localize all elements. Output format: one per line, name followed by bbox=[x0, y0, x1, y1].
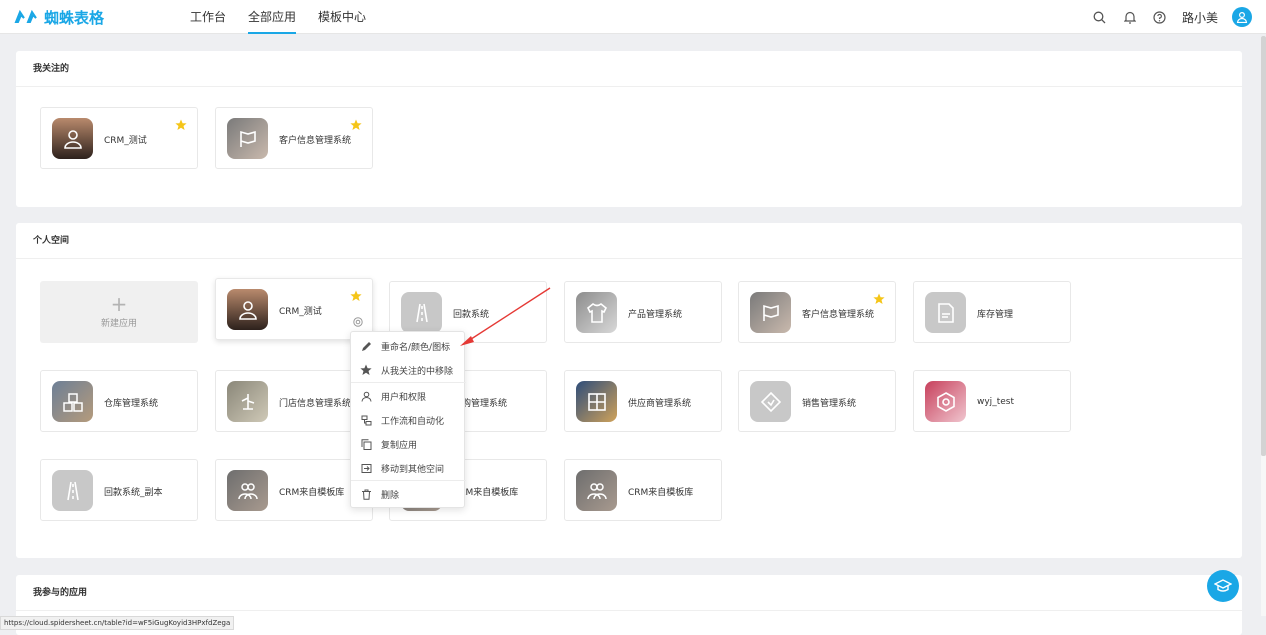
personal-space-panel: 个人空间 + 新建应用 CRM_测试 回款系统 产品管理系统 客户信息管理系统 … bbox=[16, 223, 1242, 558]
shirt-icon bbox=[576, 292, 617, 333]
app-name: wyj_test bbox=[977, 397, 1014, 407]
new-app-label: 新建应用 bbox=[100, 319, 137, 329]
status-bar-url: https://cloud.spidersheet.cn/table?id=wF… bbox=[0, 616, 235, 630]
bell-icon[interactable] bbox=[1122, 9, 1138, 25]
workflow-icon bbox=[360, 414, 372, 426]
app-name: 回款系统_副本 bbox=[104, 487, 163, 498]
app-card-supplier[interactable]: 供应商管理系统 bbox=[564, 370, 722, 432]
menu-rename[interactable]: 重命名/颜色/图标 bbox=[351, 334, 466, 358]
menu-delete[interactable]: 删除 bbox=[351, 482, 466, 506]
app-name: 门店信息管理系统 bbox=[279, 398, 352, 409]
header-actions: 路小美 bbox=[1092, 0, 1252, 34]
person-icon bbox=[52, 118, 93, 159]
star-icon[interactable] bbox=[350, 119, 362, 131]
menu-label: 复制应用 bbox=[381, 440, 418, 451]
app-card-wyj-test[interactable]: wyj_test bbox=[913, 370, 1071, 432]
pencil-icon bbox=[360, 340, 372, 352]
app-card-product[interactable]: 产品管理系统 bbox=[564, 281, 722, 343]
users-icon bbox=[360, 390, 372, 402]
trash-icon bbox=[360, 488, 372, 500]
menu-label: 删除 bbox=[381, 490, 400, 501]
help-icon[interactable] bbox=[1152, 9, 1168, 25]
graduation-cap-icon bbox=[1214, 579, 1232, 592]
nav-workbench[interactable]: 工作台 bbox=[190, 0, 226, 34]
app-name: 仓库管理系统 bbox=[104, 398, 159, 409]
user-avatar-icon[interactable] bbox=[1232, 7, 1252, 27]
app-name: 销售管理系统 bbox=[802, 398, 857, 409]
app-name: 供应商管理系统 bbox=[628, 398, 692, 409]
spider-logo-icon bbox=[14, 9, 37, 23]
menu-divider bbox=[351, 382, 466, 383]
nav-all-apps[interactable]: 全部应用 bbox=[248, 0, 297, 34]
store-icon bbox=[227, 381, 268, 422]
tag-icon bbox=[750, 381, 791, 422]
star-icon[interactable] bbox=[175, 119, 187, 131]
app-name: 产品管理系统 bbox=[628, 309, 683, 320]
window-icon bbox=[576, 381, 617, 422]
app-logo[interactable]: 蜘蛛表格 bbox=[14, 7, 104, 27]
menu-users-permissions[interactable]: 用户和权限 bbox=[351, 384, 466, 408]
favorites-panel: 我关注的 CRM_测试 客户信息管理系统 bbox=[16, 51, 1242, 207]
top-bar: 蜘蛛表格 工作台 全部应用 模板中心 路小美 bbox=[0, 0, 1266, 34]
copy-icon bbox=[360, 438, 372, 450]
menu-label: 从我关注的中移除 bbox=[381, 366, 454, 377]
help-float-button[interactable] bbox=[1207, 570, 1239, 602]
menu-label: 移动到其他空间 bbox=[381, 464, 445, 475]
boxes-icon bbox=[52, 381, 93, 422]
document-icon bbox=[925, 292, 966, 333]
menu-move[interactable]: 移动到其他空间 bbox=[351, 456, 466, 480]
app-card-customer-info[interactable]: 客户信息管理系统 bbox=[738, 281, 896, 343]
person-icon bbox=[227, 289, 268, 330]
app-context-menu: 重命名/颜色/图标 从我关注的中移除 用户和权限 工作流和自动化 复制应用 移动… bbox=[350, 331, 466, 508]
app-card-payment-copy[interactable]: 回款系统_副本 bbox=[40, 459, 198, 521]
menu-label: 工作流和自动化 bbox=[381, 416, 445, 427]
app-card-crm-template[interactable]: CRM来自模板库 bbox=[564, 459, 722, 521]
annotation-arrow-icon bbox=[460, 287, 551, 346]
flag-icon bbox=[227, 118, 268, 159]
menu-label: 用户和权限 bbox=[381, 392, 427, 403]
scrollbar-thumb[interactable] bbox=[1261, 36, 1266, 456]
participating-title: 我参与的应用 bbox=[16, 575, 1242, 611]
menu-workflow[interactable]: 工作流和自动化 bbox=[351, 408, 466, 432]
app-name: 客户信息管理系统 bbox=[802, 309, 875, 320]
app-name: 库存管理 bbox=[977, 309, 1014, 320]
app-card-warehouse[interactable]: 仓库管理系统 bbox=[40, 370, 198, 432]
main-nav: 工作台 全部应用 模板中心 bbox=[190, 0, 366, 34]
menu-unfollow[interactable]: 从我关注的中移除 bbox=[351, 358, 466, 382]
app-name: CRM_测试 bbox=[104, 135, 147, 146]
app-card-crm-test[interactable]: CRM_测试 bbox=[215, 278, 373, 340]
app-card-crm-test[interactable]: CRM_测试 bbox=[40, 107, 198, 169]
star-icon[interactable] bbox=[350, 290, 362, 302]
group-icon bbox=[227, 470, 268, 511]
search-icon[interactable] bbox=[1092, 9, 1108, 25]
app-name: CRM_测试 bbox=[279, 306, 322, 317]
app-card-customer-info[interactable]: 客户信息管理系统 bbox=[215, 107, 373, 169]
new-app-card[interactable]: + 新建应用 bbox=[40, 281, 198, 343]
app-name: CRM来自模板库 bbox=[279, 487, 345, 498]
app-card-sales[interactable]: 销售管理系统 bbox=[738, 370, 896, 432]
road-icon bbox=[52, 470, 93, 511]
favorites-title: 我关注的 bbox=[16, 51, 1242, 87]
group-icon bbox=[576, 470, 617, 511]
app-name: 客户信息管理系统 bbox=[279, 135, 352, 146]
menu-label: 重命名/颜色/图标 bbox=[381, 342, 451, 353]
hexagon-icon bbox=[925, 381, 966, 422]
road-icon bbox=[401, 292, 442, 333]
user-name[interactable]: 路小美 bbox=[1182, 9, 1218, 26]
personal-title: 个人空间 bbox=[16, 223, 1242, 259]
logo-text: 蜘蛛表格 bbox=[44, 8, 105, 27]
menu-divider bbox=[351, 480, 466, 481]
nav-templates[interactable]: 模板中心 bbox=[318, 0, 366, 34]
star-icon[interactable] bbox=[873, 293, 885, 305]
gear-icon[interactable] bbox=[352, 316, 364, 328]
app-card-inventory[interactable]: 库存管理 bbox=[913, 281, 1071, 343]
move-icon bbox=[360, 462, 372, 474]
flag-icon bbox=[750, 292, 791, 333]
star-icon bbox=[360, 364, 372, 376]
plus-icon: + bbox=[110, 292, 128, 316]
app-name: CRM来自模板库 bbox=[628, 487, 694, 498]
menu-duplicate[interactable]: 复制应用 bbox=[351, 432, 466, 456]
